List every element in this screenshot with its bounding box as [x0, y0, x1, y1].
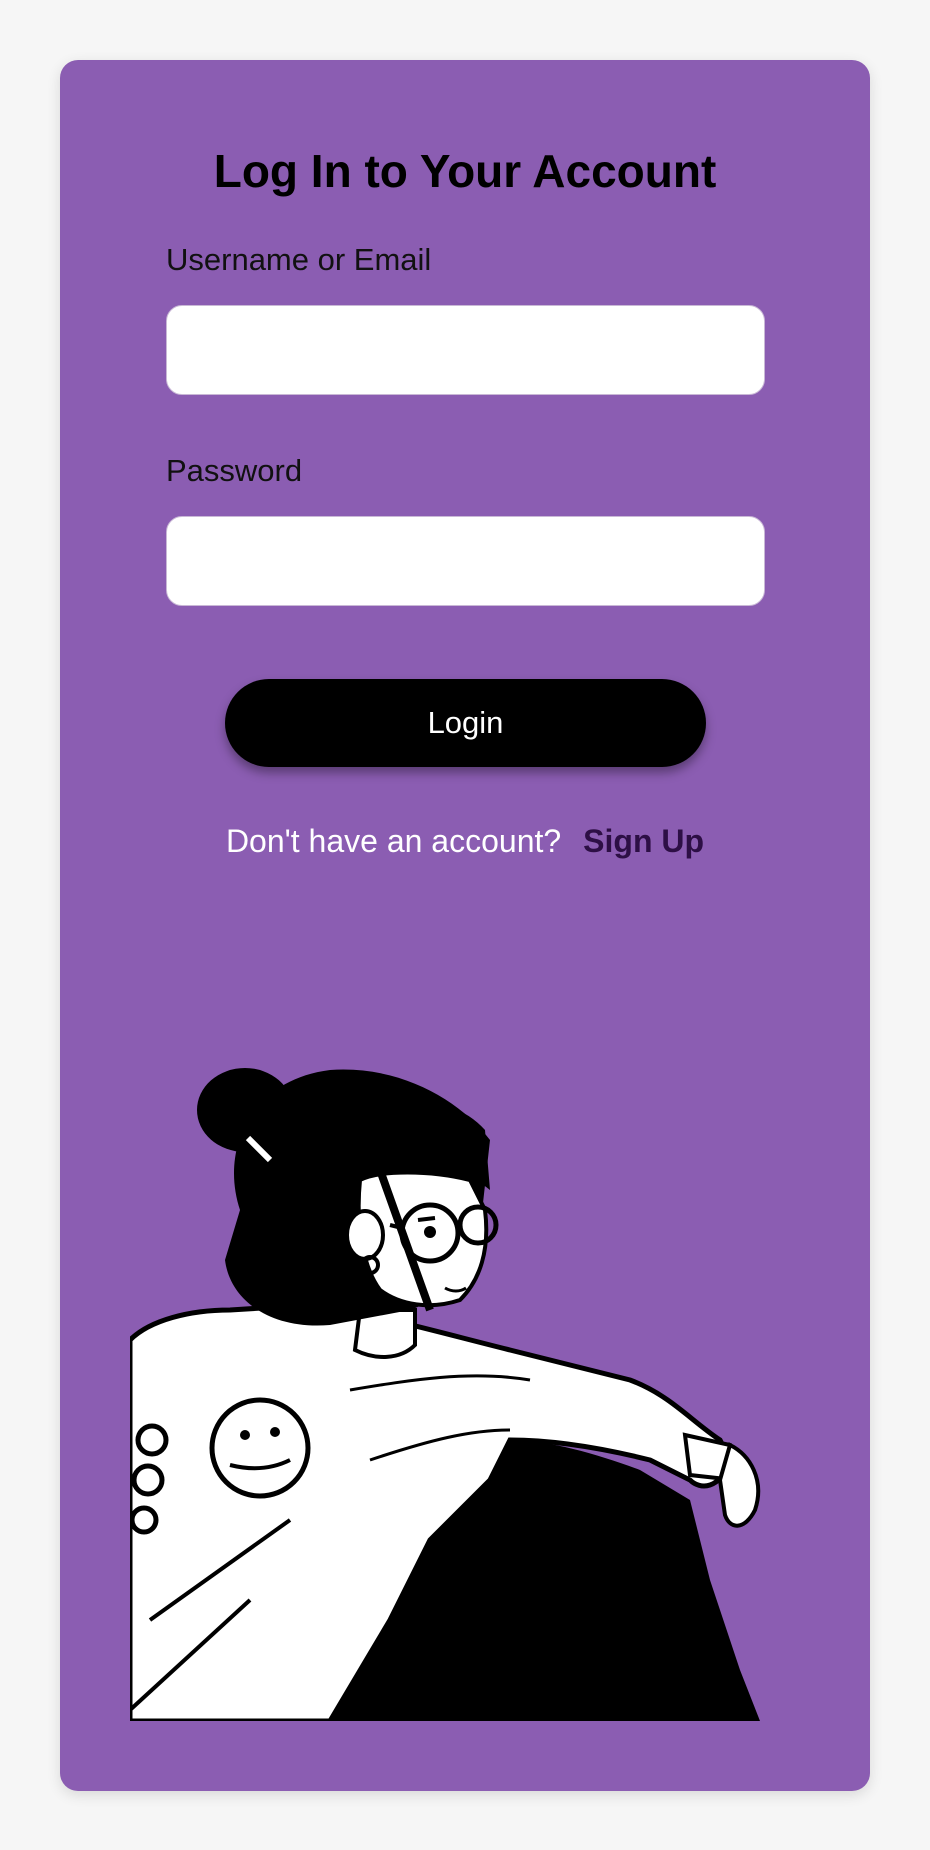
login-button[interactable]: Login — [225, 679, 706, 767]
password-input[interactable] — [166, 516, 765, 606]
username-label: Username or Email — [166, 242, 432, 277]
password-label: Password — [166, 453, 303, 488]
page-title: Log In to Your Account — [213, 145, 717, 197]
signup-link[interactable]: Sign Up — [583, 823, 704, 859]
signup-row: Don't have an account? Sign Up — [60, 823, 870, 860]
signup-prompt: Don't have an account? — [225, 823, 562, 859]
username-input[interactable] — [166, 305, 765, 395]
girl-with-glasses-illustration — [130, 1068, 761, 1721]
login-card: Log In to Your Account Username or Email… — [60, 60, 870, 1791]
